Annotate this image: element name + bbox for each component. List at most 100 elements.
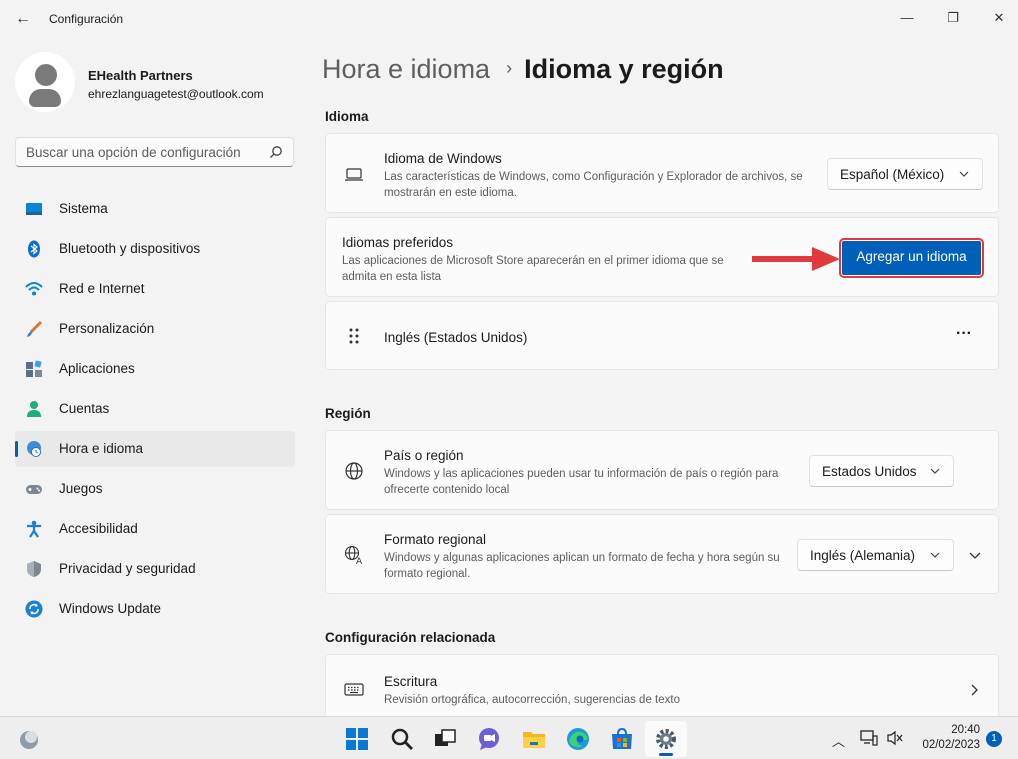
- active-app-indicator: [659, 753, 673, 756]
- search-placeholder: Buscar una opción de configuración: [26, 145, 241, 160]
- gamepad-icon: [26, 485, 42, 494]
- edge-browser-icon[interactable]: [565, 726, 591, 752]
- bluetooth-icon: [28, 240, 40, 258]
- windows-language-dropdown[interactable]: Español (México): [827, 158, 983, 190]
- chevron-down-icon: [959, 171, 969, 177]
- maximize-button[interactable]: ❐: [930, 4, 976, 32]
- start-button-icon[interactable]: [344, 726, 370, 752]
- country-dropdown[interactable]: Estados Unidos: [809, 455, 954, 487]
- dropdown-value: Estados Unidos: [822, 464, 917, 479]
- laptop-icon: [345, 168, 363, 181]
- sidebar-item-label: Hora e idioma: [59, 441, 144, 456]
- preferred-languages-title: Idiomas preferidos: [342, 235, 454, 250]
- network-icon[interactable]: [860, 730, 878, 746]
- task-view-icon[interactable]: [432, 726, 458, 752]
- sidebar-item-personalizacion[interactable]: Personalización: [15, 311, 295, 347]
- user-email: ehrezlanguagetest@outlook.com: [88, 87, 264, 101]
- sidebar-item-label: Bluetooth y dispositivos: [59, 241, 201, 256]
- minimize-button[interactable]: —: [884, 4, 930, 32]
- sidebar-item-privacidad[interactable]: Privacidad y seguridad: [15, 551, 295, 587]
- add-language-button[interactable]: Agregar un idioma: [839, 238, 984, 278]
- notification-badge[interactable]: 1: [986, 731, 1002, 747]
- typing-description: Revisión ortográfica, autocorrección, su…: [384, 694, 680, 706]
- clock-time: 20:40: [951, 724, 980, 736]
- country-region-card: País o región Windows y las aplicaciones…: [325, 430, 999, 510]
- weather-icon[interactable]: [16, 726, 42, 752]
- sidebar-item-sistema[interactable]: Sistema: [15, 191, 295, 227]
- sidebar-item-label: Cuentas: [59, 401, 110, 416]
- time-language-icon: [27, 441, 41, 457]
- chat-icon[interactable]: [476, 726, 502, 752]
- windows-language-card: Idioma de Windows Las características de…: [325, 133, 999, 213]
- back-arrow-icon[interactable]: ←: [12, 8, 34, 30]
- globe-icon: [345, 462, 363, 480]
- country-region-title: País o región: [384, 448, 464, 463]
- update-icon: [25, 600, 43, 618]
- regional-format-dropdown[interactable]: Inglés (Alemania): [797, 539, 954, 571]
- sidebar-item-label: Juegos: [59, 481, 103, 496]
- system-icon: [26, 203, 42, 215]
- sidebar-item-label: Sistema: [59, 201, 108, 216]
- sidebar-item-label: Aplicaciones: [59, 361, 135, 376]
- regional-format-card[interactable]: A Formato regional Windows y algunas apl…: [325, 514, 999, 594]
- typing-title: Escritura: [384, 674, 438, 689]
- clock-date: 02/02/2023: [922, 739, 980, 751]
- chevron-down-icon: [930, 552, 940, 558]
- sidebar-item-cuentas[interactable]: Cuentas: [15, 391, 295, 427]
- sidebar-item-red[interactable]: Red e Internet: [15, 271, 295, 307]
- file-explorer-icon[interactable]: [521, 726, 547, 752]
- sidebar-item-label: Red e Internet: [59, 281, 145, 296]
- expand-chevron-icon[interactable]: [968, 549, 982, 563]
- sidebar-item-aplicaciones[interactable]: Aplicaciones: [15, 351, 295, 387]
- sidebar-item-label: Windows Update: [59, 601, 162, 616]
- sidebar-item-label: Accesibilidad: [59, 521, 138, 536]
- language-item-label: Inglés (Estados Unidos): [384, 330, 528, 345]
- regional-format-icon: A: [344, 545, 363, 565]
- sidebar-item-juegos[interactable]: Juegos: [15, 471, 295, 507]
- sidebar-item-hora-idioma[interactable]: Hora e idioma: [15, 431, 295, 467]
- drag-handle-icon[interactable]: [344, 326, 364, 346]
- search-icon[interactable]: [389, 726, 415, 752]
- avatar[interactable]: [15, 52, 75, 112]
- section-title-idioma: Idioma: [325, 109, 369, 124]
- regional-format-title: Formato regional: [384, 532, 487, 547]
- red-arrow-annotation: [752, 247, 840, 271]
- dropdown-value: Inglés (Alemania): [810, 548, 916, 563]
- gear-icon: [656, 729, 676, 749]
- volume-muted-icon[interactable]: [886, 730, 904, 746]
- section-title-related: Configuración relacionada: [325, 630, 496, 645]
- svg-text:A: A: [356, 557, 363, 565]
- typing-card[interactable]: Escritura Revisión ortográfica, autocorr…: [325, 654, 999, 716]
- windows-language-description: Las características de Windows, como Con…: [384, 171, 803, 199]
- system-clock[interactable]: 20:40 02/02/2023: [922, 723, 980, 753]
- search-icon: [270, 146, 282, 158]
- taskbar: ︿ 20:40 02/02/2023 1: [0, 716, 1018, 759]
- more-options-button[interactable]: ···: [950, 324, 978, 348]
- search-input[interactable]: Buscar una opción de configuración: [15, 137, 294, 167]
- chevron-right-icon: [971, 684, 978, 696]
- windows-language-title: Idioma de Windows: [384, 151, 502, 166]
- dropdown-value: Español (México): [840, 167, 945, 182]
- keyboard-icon: [344, 683, 364, 696]
- breadcrumb-separator: ›: [506, 58, 513, 78]
- country-region-description: Windows y las aplicaciones pueden usar t…: [384, 468, 779, 496]
- sidebar-item-label: Personalización: [59, 321, 155, 336]
- sidebar-item-bluetooth[interactable]: Bluetooth y dispositivos: [15, 231, 295, 267]
- language-item-card[interactable]: Inglés (Estados Unidos) ···: [325, 301, 999, 370]
- sidebar-item-label: Privacidad y seguridad: [59, 561, 196, 576]
- user-name: EHealth Partners: [88, 68, 193, 83]
- title-bar: ← Configuración — ❐ ✕: [0, 0, 1018, 40]
- chevron-up-icon[interactable]: ︿: [832, 731, 845, 750]
- store-icon[interactable]: [609, 726, 635, 752]
- wifi-icon: [25, 282, 43, 296]
- brush-icon: [27, 320, 43, 337]
- app-title: Configuración: [49, 12, 124, 26]
- regional-format-description: Windows y algunas aplicaciones aplican u…: [384, 552, 780, 580]
- page-title: Idioma y región: [524, 54, 724, 84]
- sidebar-item-accesibilidad[interactable]: Accesibilidad: [15, 511, 295, 547]
- sidebar-item-windows-update[interactable]: Windows Update: [15, 591, 295, 627]
- settings-taskbar-button[interactable]: [645, 721, 687, 757]
- selection-indicator: [15, 441, 18, 457]
- breadcrumb-parent[interactable]: Hora e idioma: [322, 54, 490, 84]
- close-button[interactable]: ✕: [976, 4, 1018, 32]
